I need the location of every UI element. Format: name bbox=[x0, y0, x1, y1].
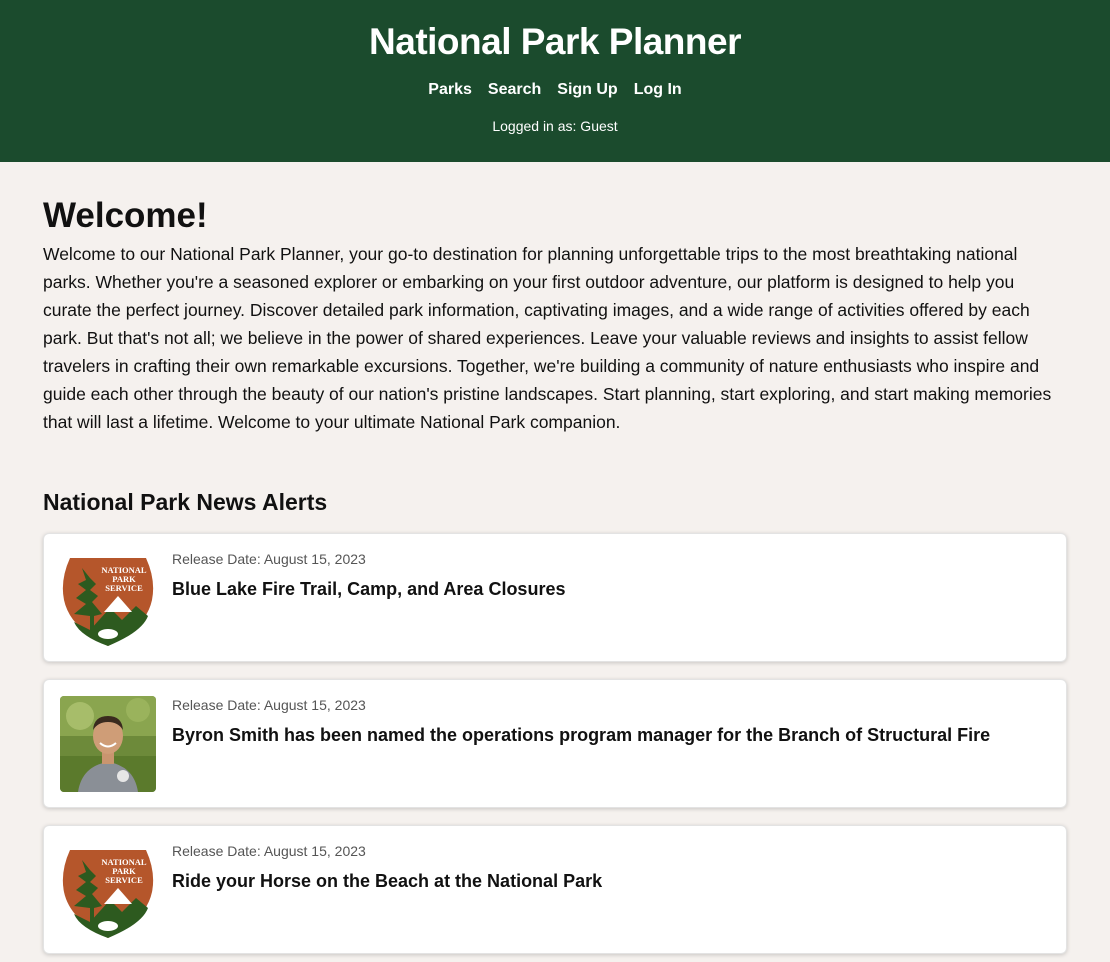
news-date: Release Date: August 15, 2023 bbox=[172, 843, 366, 859]
main-nav: Parks Search Sign Up Log In bbox=[0, 78, 1110, 102]
nps-logo-image: NATIONAL PARK SERVICE bbox=[60, 550, 156, 646]
site-header: National Park Planner Parks Search Sign … bbox=[0, 0, 1110, 162]
news-card-body: Release Date: August 15, 2023 Blue Lake … bbox=[172, 550, 565, 645]
site-title: National Park Planner bbox=[369, 21, 741, 62]
nav-sign-up[interactable]: Sign Up bbox=[557, 78, 617, 102]
nps-logo-image: NATIONAL PARK SERVICE bbox=[60, 842, 156, 938]
news-date: Release Date: August 15, 2023 bbox=[172, 551, 366, 567]
welcome-title: Welcome! bbox=[43, 196, 208, 235]
login-status: Logged in as: Guest bbox=[492, 118, 618, 134]
news-card[interactable]: NATIONAL PARK SERVICE Release Date: Augu… bbox=[43, 533, 1067, 662]
logo-text-service: SERVICE bbox=[105, 875, 143, 885]
news-card-body: Release Date: August 15, 2023 Byron Smit… bbox=[172, 696, 990, 791]
main-content: Welcome! Welcome to our National Park Pl… bbox=[0, 162, 1110, 954]
news-heading: National Park News Alerts bbox=[43, 489, 328, 515]
news-title[interactable]: Ride your Horse on the Beach at the Nati… bbox=[172, 869, 602, 893]
logo-text-service: SERVICE bbox=[105, 583, 143, 593]
news-date: Release Date: August 15, 2023 bbox=[172, 697, 366, 713]
welcome-text: Welcome to our National Park Planner, yo… bbox=[43, 244, 1052, 432]
news-title[interactable]: Byron Smith has been named the operation… bbox=[172, 723, 990, 747]
news-title[interactable]: Blue Lake Fire Trail, Camp, and Area Clo… bbox=[172, 577, 565, 601]
nav-log-in[interactable]: Log In bbox=[634, 78, 682, 102]
news-card-body: Release Date: August 15, 2023 Ride your … bbox=[172, 842, 602, 937]
nav-search[interactable]: Search bbox=[488, 78, 541, 102]
news-list: NATIONAL PARK SERVICE Release Date: Augu… bbox=[43, 533, 1067, 954]
news-card[interactable]: NATIONAL PARK SERVICE Release Date: Augu… bbox=[43, 825, 1067, 954]
nav-parks[interactable]: Parks bbox=[428, 78, 472, 102]
person-photo bbox=[60, 696, 156, 792]
news-card[interactable]: Release Date: August 15, 2023 Byron Smit… bbox=[43, 679, 1067, 808]
